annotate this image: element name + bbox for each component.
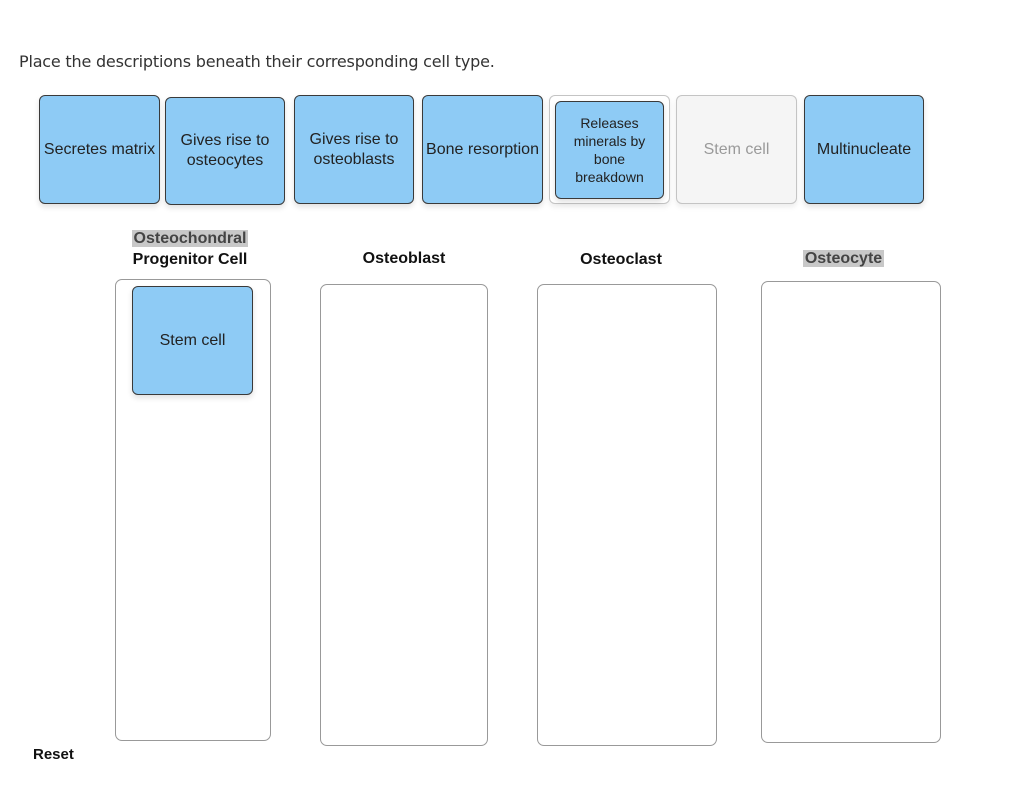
draggable-card-multinucleate[interactable]: Multinucleate [804,95,924,204]
empty-slot-stem-cell: Stem cell [676,95,797,204]
column-header-osteoclast: Osteoclast [580,251,662,268]
reset-button[interactable]: Reset [33,746,74,763]
draggable-card-gives-rise-to-osteoblasts[interactable]: Gives rise to osteoblasts [294,95,414,204]
draggable-card-bone-resorption[interactable]: Bone resorption [422,95,543,204]
draggable-card-releases-minerals[interactable]: Releases minerals by bone breakdown [555,101,664,199]
column-header-osteocyte: Osteocyte [761,248,926,269]
header-line-1: Osteochondral [131,230,249,247]
header-text: Osteocyte [802,250,885,267]
draggable-card-gives-rise-to-osteocytes[interactable]: Gives rise to osteocytes [165,97,285,205]
dropzone-osteocyte[interactable] [761,281,941,743]
dropzone-osteoclast[interactable] [537,284,717,746]
placed-card-stem-cell[interactable]: Stem cell [132,286,253,395]
instructions-text: Place the descriptions beneath their cor… [19,52,495,71]
bank-slot: Releases minerals by bone breakdown [549,95,670,204]
column-header-osteoblast: Osteoblast [362,250,446,267]
column-header-osteochondral-progenitor-cell: Osteochondral Progenitor Cell [110,228,270,270]
header-line-2: Progenitor Cell [132,251,248,268]
dropzone-osteoblast[interactable] [320,284,488,746]
dropzone-osteochondral-progenitor-cell[interactable]: Stem cell [115,279,271,741]
draggable-card-secretes-matrix[interactable]: Secretes matrix [39,95,160,204]
